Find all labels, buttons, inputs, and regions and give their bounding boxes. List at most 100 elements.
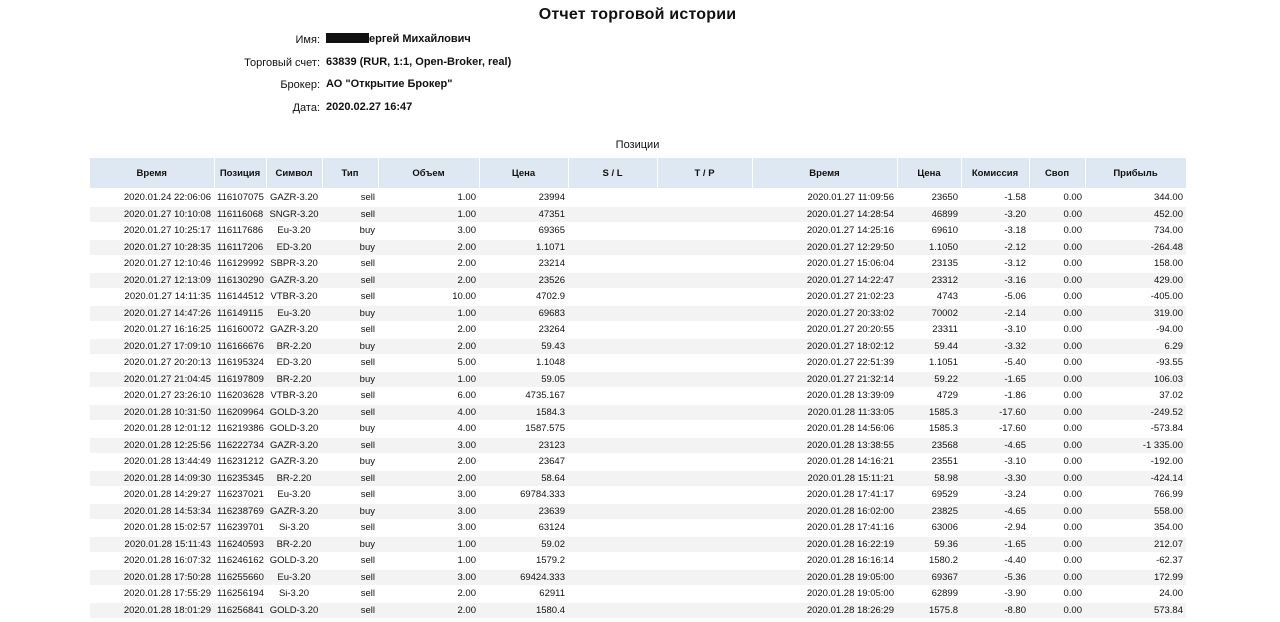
table-row: 2020.01.24 22:06:06 116107075 GAZR-3.20 sel… [90, 188, 1186, 207]
cell-close-time: 2020.01.28 18:26:29 [752, 602, 897, 619]
cell-take-profit [657, 602, 752, 619]
cell-position: 116116068 [214, 206, 266, 223]
cell-open-time: 2020.01.27 10:28:35 [90, 239, 214, 256]
cell-symbol: BR-2.20 [266, 371, 322, 388]
cell-position: 116195324 [214, 354, 266, 372]
table-row: 2020.01.27 21:04:45 116197809 BR-2.20 buy 1.… [90, 371, 1186, 388]
cell-volume: 2.00 [378, 239, 479, 256]
cell-take-profit [657, 519, 752, 537]
cell-symbol: Eu-3.20 [266, 222, 322, 240]
table-row: 2020.01.27 23:26:10 116203628 VTBR-3.20 sel… [90, 387, 1186, 405]
cell-commission: -4.65 [961, 437, 1029, 454]
cell-open-time: 2020.01.27 14:47:26 [90, 305, 214, 322]
cell-close-price: 23311 [897, 321, 961, 339]
table-row: 2020.01.27 10:28:35 116117206 ED-3.20 buy 2.… [90, 239, 1186, 256]
cell-close-time: 2020.01.28 13:39:09 [752, 387, 897, 405]
cell-volume: 2.00 [378, 453, 479, 471]
cell-stop-loss [568, 305, 657, 322]
cell-take-profit [657, 585, 752, 603]
cell-profit: -249.52 [1085, 404, 1186, 421]
info-row-broker: Брокер: АО "Открытие Брокер" [0, 75, 700, 98]
cell-volume: 1.00 [378, 552, 479, 570]
cell-open-time: 2020.01.28 15:02:57 [90, 519, 214, 537]
cell-position: 116240593 [214, 536, 266, 553]
cell-type: sell [322, 255, 378, 273]
table-row: 2020.01.28 17:55:29 116256194 Si-3.20 sell 2… [90, 585, 1186, 603]
cell-stop-loss [568, 437, 657, 454]
cell-close-price: 62899 [897, 585, 961, 603]
cell-open-price: 4702.9 [479, 288, 568, 306]
table-row: 2020.01.28 10:31:50 116209964 GOLD-3.20 sel… [90, 404, 1186, 421]
cell-close-price: 63006 [897, 519, 961, 537]
cell-close-time: 2020.01.27 21:32:14 [752, 371, 897, 388]
cell-swap: 0.00 [1029, 486, 1085, 504]
cell-symbol: VTBR-3.20 [266, 288, 322, 306]
cell-take-profit [657, 486, 752, 504]
cell-open-time: 2020.01.27 21:04:45 [90, 371, 214, 388]
positions-section-title: Позиции [615, 139, 660, 151]
cell-close-time: 2020.01.27 20:33:02 [752, 305, 897, 322]
cell-profit: 766.99 [1085, 486, 1186, 504]
cell-profit: -405.00 [1085, 288, 1186, 306]
cell-profit: 24.00 [1085, 585, 1186, 603]
info-value: АО "Открытие Брокер" [326, 78, 453, 90]
cell-close-price: 1575.8 [897, 602, 961, 619]
cell-volume: 1.00 [378, 371, 479, 388]
cell-profit: 158.00 [1085, 255, 1186, 273]
cell-position: 116231212 [214, 453, 266, 471]
cell-type: sell [322, 387, 378, 405]
cell-volume: 3.00 [378, 486, 479, 504]
cell-open-time: 2020.01.27 23:26:10 [90, 387, 214, 405]
cell-position: 116237021 [214, 486, 266, 504]
cell-open-price: 69365 [479, 222, 568, 240]
cell-type: buy [322, 420, 378, 438]
cell-position: 116117686 [214, 222, 266, 240]
table-row: 2020.01.27 12:10:46 116129992 SBPR-3.20 sel… [90, 255, 1186, 273]
cell-commission: -1.65 [961, 371, 1029, 388]
cell-stop-loss [568, 288, 657, 306]
account-info: Имя: ергей Михайлович Торговый счет: 638… [0, 30, 700, 120]
cell-open-time: 2020.01.28 14:09:30 [90, 470, 214, 487]
cell-open-price: 23994 [479, 188, 568, 207]
cell-commission: -3.16 [961, 272, 1029, 289]
cell-position: 116238769 [214, 503, 266, 520]
cell-take-profit [657, 536, 752, 553]
cell-stop-loss [568, 404, 657, 421]
cell-commission: -2.94 [961, 519, 1029, 537]
cell-volume: 2.00 [378, 272, 479, 289]
table-row: 2020.01.28 16:07:32 116246162 GOLD-3.20 sel… [90, 552, 1186, 570]
cell-stop-loss [568, 255, 657, 273]
cell-profit: 573.84 [1085, 602, 1186, 619]
cell-close-time: 2020.01.28 11:33:05 [752, 404, 897, 421]
cell-open-time: 2020.01.28 14:53:34 [90, 503, 214, 520]
cell-close-time: 2020.01.28 16:22:19 [752, 536, 897, 553]
cell-type: buy [322, 222, 378, 240]
info-label: Брокер: [280, 79, 320, 91]
table-row: 2020.01.27 10:10:08 116116068 SNGR-3.20 sel… [90, 206, 1186, 223]
cell-type: buy [322, 536, 378, 553]
cell-type: buy [322, 503, 378, 520]
cell-open-time: 2020.01.24 22:06:06 [90, 188, 214, 207]
cell-open-price: 1579.2 [479, 552, 568, 570]
cell-swap: 0.00 [1029, 206, 1085, 223]
column-header-swap: Своп [1029, 158, 1086, 188]
cell-symbol: BR-2.20 [266, 470, 322, 487]
cell-close-time: 2020.01.28 16:02:00 [752, 503, 897, 520]
cell-open-price: 59.02 [479, 536, 568, 553]
cell-commission: -3.12 [961, 255, 1029, 273]
cell-close-price: 70002 [897, 305, 961, 322]
cell-symbol: BR-2.20 [266, 338, 322, 355]
cell-stop-loss [568, 206, 657, 223]
cell-close-time: 2020.01.27 11:09:56 [752, 188, 897, 207]
cell-take-profit [657, 552, 752, 570]
cell-stop-loss [568, 354, 657, 372]
info-label: Имя: [295, 34, 320, 46]
cell-position: 116239701 [214, 519, 266, 537]
cell-profit: 354.00 [1085, 519, 1186, 537]
cell-volume: 4.00 [378, 404, 479, 421]
cell-profit: 106.03 [1085, 371, 1186, 388]
cell-open-time: 2020.01.27 10:10:08 [90, 206, 214, 223]
cell-take-profit [657, 206, 752, 223]
cell-take-profit [657, 321, 752, 339]
cell-open-price: 62911 [479, 585, 568, 603]
